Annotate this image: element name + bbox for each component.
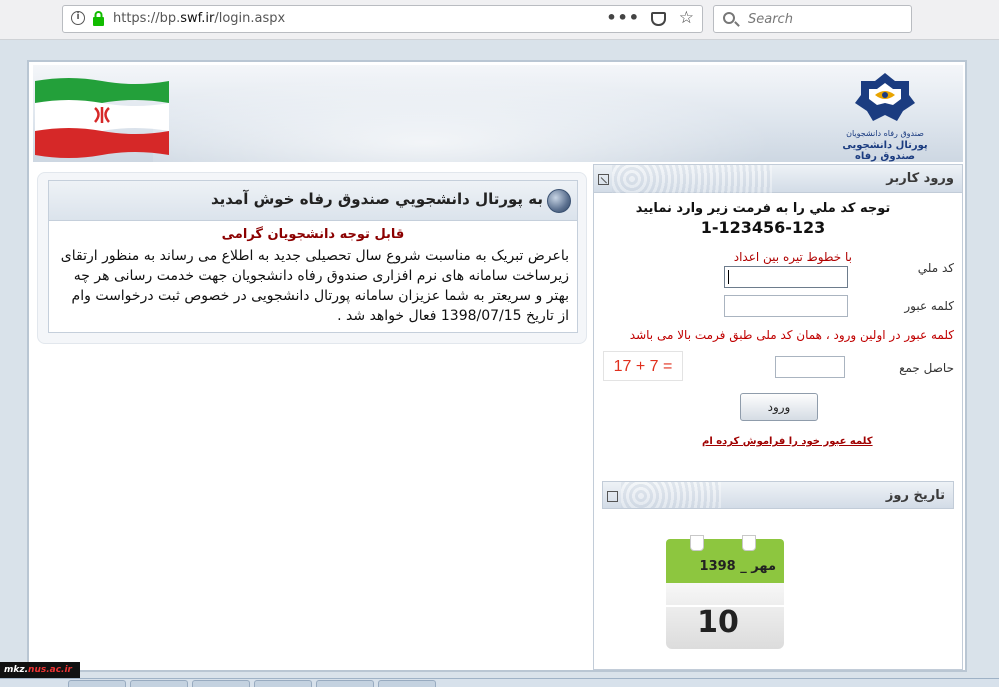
- password-input[interactable]: [724, 295, 848, 317]
- welcome-message: باعرض تبریک به مناسبت شروع سال تحصیلی جد…: [60, 248, 569, 324]
- page-actions-icon[interactable]: •••: [606, 8, 640, 27]
- address-bar[interactable]: i https://bp.swf.ir/login.aspx ••• ☆: [62, 5, 703, 33]
- collapse-icon[interactable]: [598, 174, 609, 185]
- password-warning: کلمه عبور در اولين ورود ، همان کد ملی طب…: [629, 328, 954, 342]
- calendar-month-year: مهر _ 1398: [699, 559, 776, 574]
- globe-bullet-icon: [547, 189, 571, 213]
- page-frame: صندوق رفاه دانشجویان پورتال دانشجویی صند…: [27, 60, 967, 672]
- captcha-image: 17 + 7 =: [603, 351, 683, 381]
- format-hint: با خطوط تيره بين اعداد: [733, 250, 852, 264]
- pocket-icon[interactable]: [651, 12, 666, 26]
- logo-subtitle: صندوق رفاه دانشجویان: [846, 129, 924, 138]
- login-button[interactable]: ورود: [740, 393, 818, 421]
- header-banner: صندوق رفاه دانشجویان پورتال دانشجویی صند…: [33, 65, 963, 162]
- calendar-day: 10: [697, 605, 739, 640]
- login-panel: ورود کاربر توجه کد ملي را به فرمت زير وا…: [593, 164, 963, 670]
- bookmark-star-icon[interactable]: ☆: [679, 8, 694, 28]
- welcome-header: به پورتال دانشجويي صندوق رفاه خوش آمديد: [49, 181, 577, 221]
- header-pattern: [612, 165, 772, 193]
- forgot-password-link[interactable]: کلمه عبور خود را فراموش کرده ام: [702, 436, 873, 447]
- format-notice: توجه کد ملي را به فرمت زير وارد نماييد: [635, 201, 891, 216]
- welcome-panel: به پورتال دانشجويي صندوق رفاه خوش آمديد …: [48, 180, 578, 333]
- national-code-label: کد ملي: [917, 261, 954, 275]
- browser-toolbar: i https://bp.swf.ir/login.aspx ••• ☆ Sea…: [0, 0, 999, 40]
- text-caret: [728, 270, 729, 284]
- welcome-body: قابل توجه دانشجويان گرامی باعرض تبریک به…: [49, 221, 577, 326]
- date-header: تاريخ روز: [602, 481, 954, 509]
- captcha-label: حاصل جمع: [899, 361, 954, 375]
- taskbar-app[interactable]: [316, 680, 374, 687]
- welcome-title: به پورتال دانشجويي صندوق رفاه خوش آمديد: [210, 190, 543, 208]
- banner-background: [153, 65, 833, 162]
- login-title: ورود کاربر: [886, 171, 954, 186]
- date-title: تاريخ روز: [885, 488, 945, 503]
- url-text: https://bp.swf.ir/login.aspx: [113, 11, 286, 26]
- calendar-widget: مهر _ 1398 10: [666, 535, 784, 649]
- welcome-box: به پورتال دانشجويي صندوق رفاه خوش آمديد …: [37, 172, 587, 344]
- search-icon: [723, 12, 735, 24]
- taskbar-app[interactable]: [378, 680, 436, 687]
- captcha-input[interactable]: [775, 356, 845, 378]
- welcome-subtitle: قابل توجه دانشجويان گرامی: [221, 227, 405, 242]
- password-label: کلمه عبور: [904, 299, 954, 313]
- iran-flag-icon: [35, 78, 169, 158]
- taskbar-app[interactable]: [254, 680, 312, 687]
- taskbar: [0, 678, 999, 687]
- info-icon[interactable]: i: [71, 11, 85, 25]
- format-example: 1-123456-123: [700, 218, 826, 237]
- swf-logo: صندوق رفاه دانشجویان پورتال دانشجویی صند…: [825, 71, 945, 162]
- site-watermark: mkz.nus.ac.ir: [0, 662, 80, 678]
- calendar-ring: [742, 535, 756, 551]
- search-placeholder: Search: [748, 12, 793, 27]
- calendar-ring: [690, 535, 704, 551]
- swf-emblem-icon: [855, 73, 915, 121]
- search-box[interactable]: Search: [713, 5, 912, 33]
- national-code-input[interactable]: [724, 266, 848, 288]
- login-header: ورود کاربر: [594, 165, 962, 193]
- collapse-icon[interactable]: [607, 491, 618, 502]
- taskbar-app[interactable]: [68, 680, 126, 687]
- header-pattern: [621, 482, 721, 508]
- taskbar-app[interactable]: [130, 680, 188, 687]
- taskbar-app[interactable]: [192, 680, 250, 687]
- logo-title: پورتال دانشجویی صندوق رفاه: [842, 140, 928, 162]
- lock-icon: [93, 11, 104, 26]
